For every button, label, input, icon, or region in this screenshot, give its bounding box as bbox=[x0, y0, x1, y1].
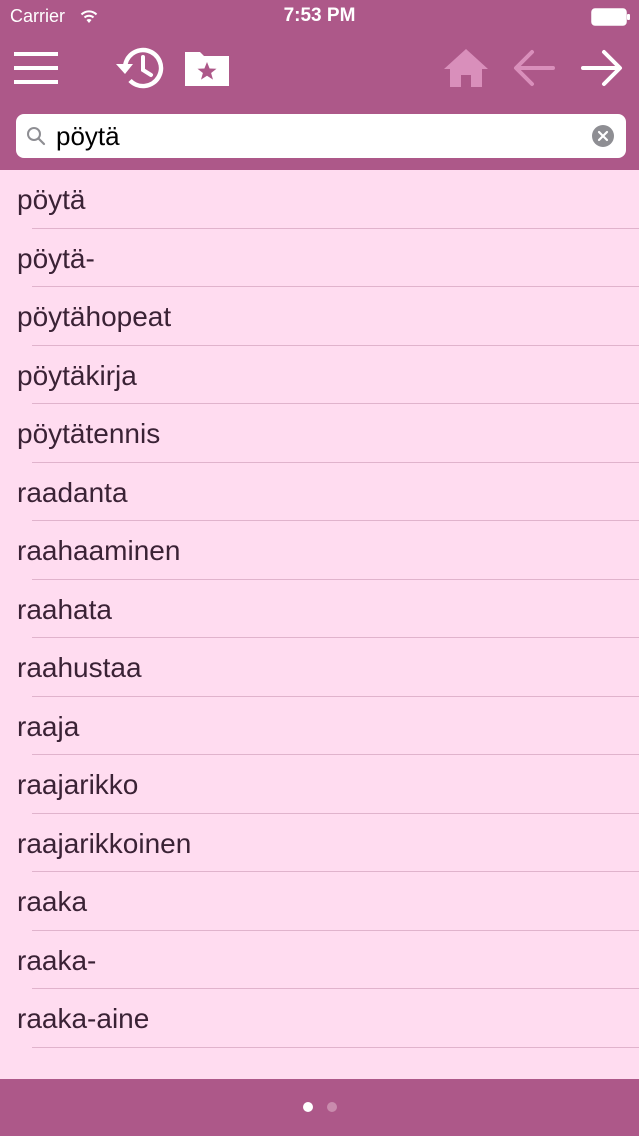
forward-button[interactable] bbox=[573, 34, 631, 102]
search-bar bbox=[0, 102, 639, 170]
history-button[interactable] bbox=[110, 34, 168, 102]
search-icon bbox=[27, 127, 46, 146]
clear-search-icon[interactable] bbox=[592, 125, 614, 147]
word-label: raahaaminen bbox=[17, 535, 181, 566]
list-item[interactable]: raadanta bbox=[0, 463, 639, 521]
word-label: raaka- bbox=[17, 944, 97, 976]
word-label: raahata bbox=[17, 593, 112, 625]
word-label: raaja bbox=[17, 710, 80, 742]
list-item[interactable]: pöytäkirja bbox=[0, 346, 639, 404]
battery-icon bbox=[591, 8, 630, 26]
home-button[interactable] bbox=[437, 34, 495, 102]
home-icon bbox=[444, 49, 488, 87]
page-control[interactable] bbox=[0, 1102, 639, 1112]
word-label: raahustaa bbox=[17, 652, 142, 683]
list-item[interactable]: raahustaa bbox=[0, 638, 639, 697]
page-dot-2[interactable] bbox=[326, 1102, 337, 1112]
word-label: pöytähopeat bbox=[17, 301, 172, 332]
bottom-bar bbox=[0, 1079, 639, 1136]
list-item[interactable]: raahata bbox=[0, 580, 639, 638]
history-icon bbox=[116, 47, 164, 89]
word-label: raadanta bbox=[17, 476, 128, 508]
menu-button[interactable] bbox=[8, 34, 66, 102]
word-list: pöytä pöytä- pöytähopeat pöytäkirja pöyt… bbox=[0, 170, 639, 1080]
back-button[interactable] bbox=[505, 34, 563, 102]
back-arrow-icon bbox=[514, 50, 555, 86]
word-label: raajarikkoinen bbox=[17, 827, 192, 859]
toolbar bbox=[0, 34, 639, 102]
word-label: raaka bbox=[17, 886, 88, 917]
page-dot-1[interactable] bbox=[302, 1102, 313, 1112]
forward-arrow-icon bbox=[581, 50, 622, 86]
row-divider bbox=[32, 1046, 639, 1048]
search-box[interactable] bbox=[16, 114, 626, 158]
favorites-button[interactable] bbox=[178, 34, 236, 102]
word-label: pöytä- bbox=[17, 242, 95, 274]
menu-icon bbox=[14, 52, 58, 84]
list-item[interactable]: pöytätennis bbox=[0, 404, 639, 463]
word-label: raajarikko bbox=[17, 769, 139, 800]
list-item[interactable]: raaja bbox=[0, 697, 639, 755]
list-item[interactable]: raaka bbox=[0, 872, 639, 931]
list-item[interactable]: raaka- bbox=[0, 931, 639, 989]
word-label: pöytäkirja bbox=[17, 359, 137, 391]
list-item[interactable]: raajarikkoinen bbox=[0, 814, 639, 872]
list-item[interactable]: raahaaminen bbox=[0, 521, 639, 580]
list-item[interactable]: pöytä- bbox=[0, 229, 639, 287]
word-label: pöytä bbox=[17, 184, 86, 215]
status-time: 7:53 PM bbox=[283, 5, 356, 26]
list-item[interactable]: pöytä bbox=[0, 170, 639, 229]
search-input[interactable] bbox=[56, 114, 576, 158]
list-item[interactable]: raajarikko bbox=[0, 755, 639, 814]
list-item[interactable]: raaka-aine bbox=[0, 989, 639, 1048]
favorites-folder-icon bbox=[185, 52, 229, 86]
list-item[interactable]: pöytähopeat bbox=[0, 287, 639, 346]
status-bar: Carrier 7:53 PM bbox=[0, 0, 639, 34]
word-label: raaka-aine bbox=[17, 1003, 150, 1034]
word-label: pöytätennis bbox=[17, 418, 161, 449]
